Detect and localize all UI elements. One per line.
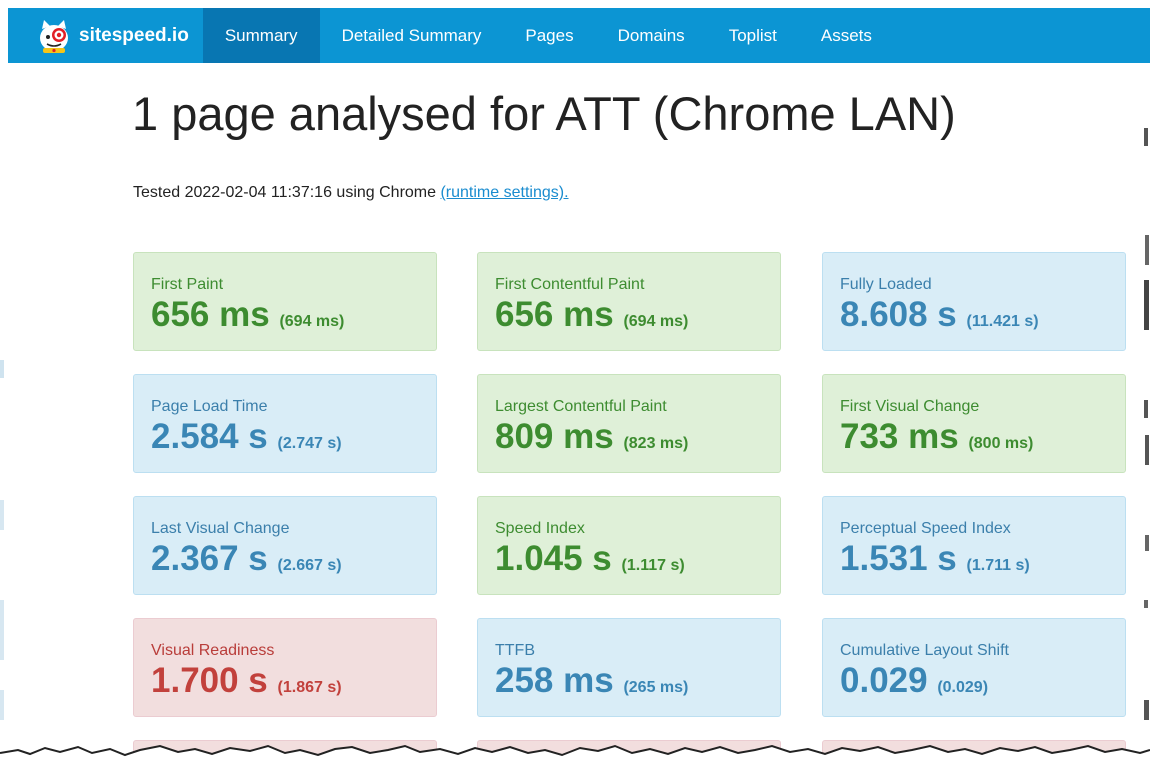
- nav-domains[interactable]: Domains: [596, 8, 707, 63]
- metric-card[interactable]: Page Load Time 2.584 s (2.747 s): [133, 374, 437, 473]
- metric-sub-value: (800 ms): [968, 435, 1034, 452]
- metric-main-value: 8.608 s: [840, 295, 957, 334]
- metric-main-value: 2.367 s: [151, 539, 268, 578]
- metric-label: First Contentful Paint: [495, 276, 645, 293]
- metric-value: 2.584 s (2.747 s): [151, 418, 419, 463]
- metric-value: 656 ms (694 ms): [151, 296, 419, 341]
- metric-value: 733 ms (800 ms): [840, 418, 1108, 463]
- metric-value: 656 ms (694 ms): [495, 296, 763, 341]
- metric-main-value: 2.584 s: [151, 417, 268, 456]
- metric-main-value: 1.700 s: [151, 661, 268, 700]
- metric-label: Speed Index: [495, 520, 585, 537]
- metric-card[interactable]: Cumulative Layout Shift 0.029 (0.029): [822, 618, 1126, 717]
- metric-card[interactable]: TTFB 258 ms (265 ms): [477, 618, 781, 717]
- metric-main-value: 1.045 s: [495, 539, 612, 578]
- metric-sub-value: (265 ms): [623, 679, 689, 696]
- nav-summary[interactable]: Summary: [202, 8, 320, 63]
- metric-sub-value: (11.421 s): [966, 313, 1039, 330]
- metric-label: First Paint: [151, 276, 224, 293]
- nav-toplist[interactable]: Toplist: [707, 8, 799, 63]
- right-edge-decoration: [1144, 128, 1149, 720]
- nav-assets[interactable]: Assets: [799, 8, 894, 63]
- metric-sub-value: (2.747 s): [277, 435, 342, 452]
- left-edge-decoration: [0, 360, 4, 720]
- metric-sub-value: (823 ms): [623, 435, 689, 452]
- metric-value: 809 ms (823 ms): [495, 418, 763, 463]
- metric-label: Page Load Time: [151, 398, 268, 415]
- metric-sub-value: (1.711 s): [966, 557, 1030, 574]
- metric-value: 1.045 s (1.117 s): [495, 540, 763, 585]
- nav-pages[interactable]: Pages: [503, 8, 595, 63]
- metric-card[interactable]: Speed Index 1.045 s (1.117 s): [477, 496, 781, 595]
- metric-sub-value: (0.029): [937, 679, 989, 696]
- metric-card[interactable]: Visual Readiness 1.700 s (1.867 s): [133, 618, 437, 717]
- metric-value: 8.608 s (11.421 s): [840, 296, 1108, 341]
- metric-main-value: 1.531 s: [840, 539, 957, 578]
- brand-link[interactable]: sitespeed.io: [8, 8, 203, 63]
- metric-value: 0.029 (0.029): [840, 662, 1108, 707]
- page-title: 1 page analysed for ATT (Chrome LAN): [132, 87, 956, 140]
- metric-sub-value: (1.117 s): [621, 557, 685, 574]
- brand-name: sitespeed.io: [79, 24, 189, 46]
- metric-card[interactable]: Last Visual Change 2.367 s (2.667 s): [133, 496, 437, 595]
- metric-value: 2.367 s (2.667 s): [151, 540, 419, 585]
- metric-value: 1.700 s (1.867 s): [151, 662, 419, 707]
- metric-label: Last Visual Change: [151, 520, 290, 537]
- metric-sub-value: (2.667 s): [277, 557, 342, 574]
- metric-card[interactable]: First Contentful Paint 656 ms (694 ms): [477, 252, 781, 351]
- metric-card[interactable]: Fully Loaded 8.608 s (11.421 s): [822, 252, 1126, 351]
- runtime-settings-link[interactable]: (runtime settings).: [440, 184, 568, 201]
- metric-main-value: 258 ms: [495, 661, 614, 700]
- metric-sub-value: (1.867 s): [277, 679, 342, 696]
- nav-detailed-summary[interactable]: Detailed Summary: [320, 8, 504, 63]
- metric-value: 258 ms (265 ms): [495, 662, 763, 707]
- metric-label: First Visual Change: [840, 398, 980, 415]
- metric-main-value: 0.029: [840, 661, 928, 700]
- metric-main-value: 733 ms: [840, 417, 959, 456]
- sitespeed-logo-icon: [35, 17, 73, 55]
- metric-card[interactable]: Perceptual Speed Index 1.531 s (1.711 s): [822, 496, 1126, 595]
- metric-sub-value: (694 ms): [279, 313, 345, 330]
- metric-main-value: 656 ms: [151, 295, 270, 334]
- tested-info: Tested 2022-02-04 11:37:16 using Chrome …: [133, 184, 569, 202]
- metric-label: Largest Contentful Paint: [495, 398, 667, 415]
- metric-label: Perceptual Speed Index: [840, 520, 1011, 537]
- metric-card[interactable]: First Paint 656 ms (694 ms): [133, 252, 437, 351]
- metric-label: TTFB: [495, 642, 535, 659]
- metric-value: 1.531 s (1.711 s): [840, 540, 1108, 585]
- metric-card[interactable]: First Visual Change 733 ms (800 ms): [822, 374, 1126, 473]
- metric-label: Visual Readiness: [151, 642, 275, 659]
- metric-card[interactable]: Largest Contentful Paint 809 ms (823 ms): [477, 374, 781, 473]
- tested-text: Tested 2022-02-04 11:37:16 using Chrome: [133, 184, 441, 201]
- metric-main-value: 809 ms: [495, 417, 614, 456]
- torn-edge-decoration: [0, 744, 1150, 759]
- metric-main-value: 656 ms: [495, 295, 614, 334]
- metric-label: Fully Loaded: [840, 276, 932, 293]
- metric-sub-value: (694 ms): [623, 313, 689, 330]
- metric-label: Cumulative Layout Shift: [840, 642, 1009, 659]
- top-navbar: sitespeed.io Summary Detailed Summary Pa…: [8, 8, 1150, 63]
